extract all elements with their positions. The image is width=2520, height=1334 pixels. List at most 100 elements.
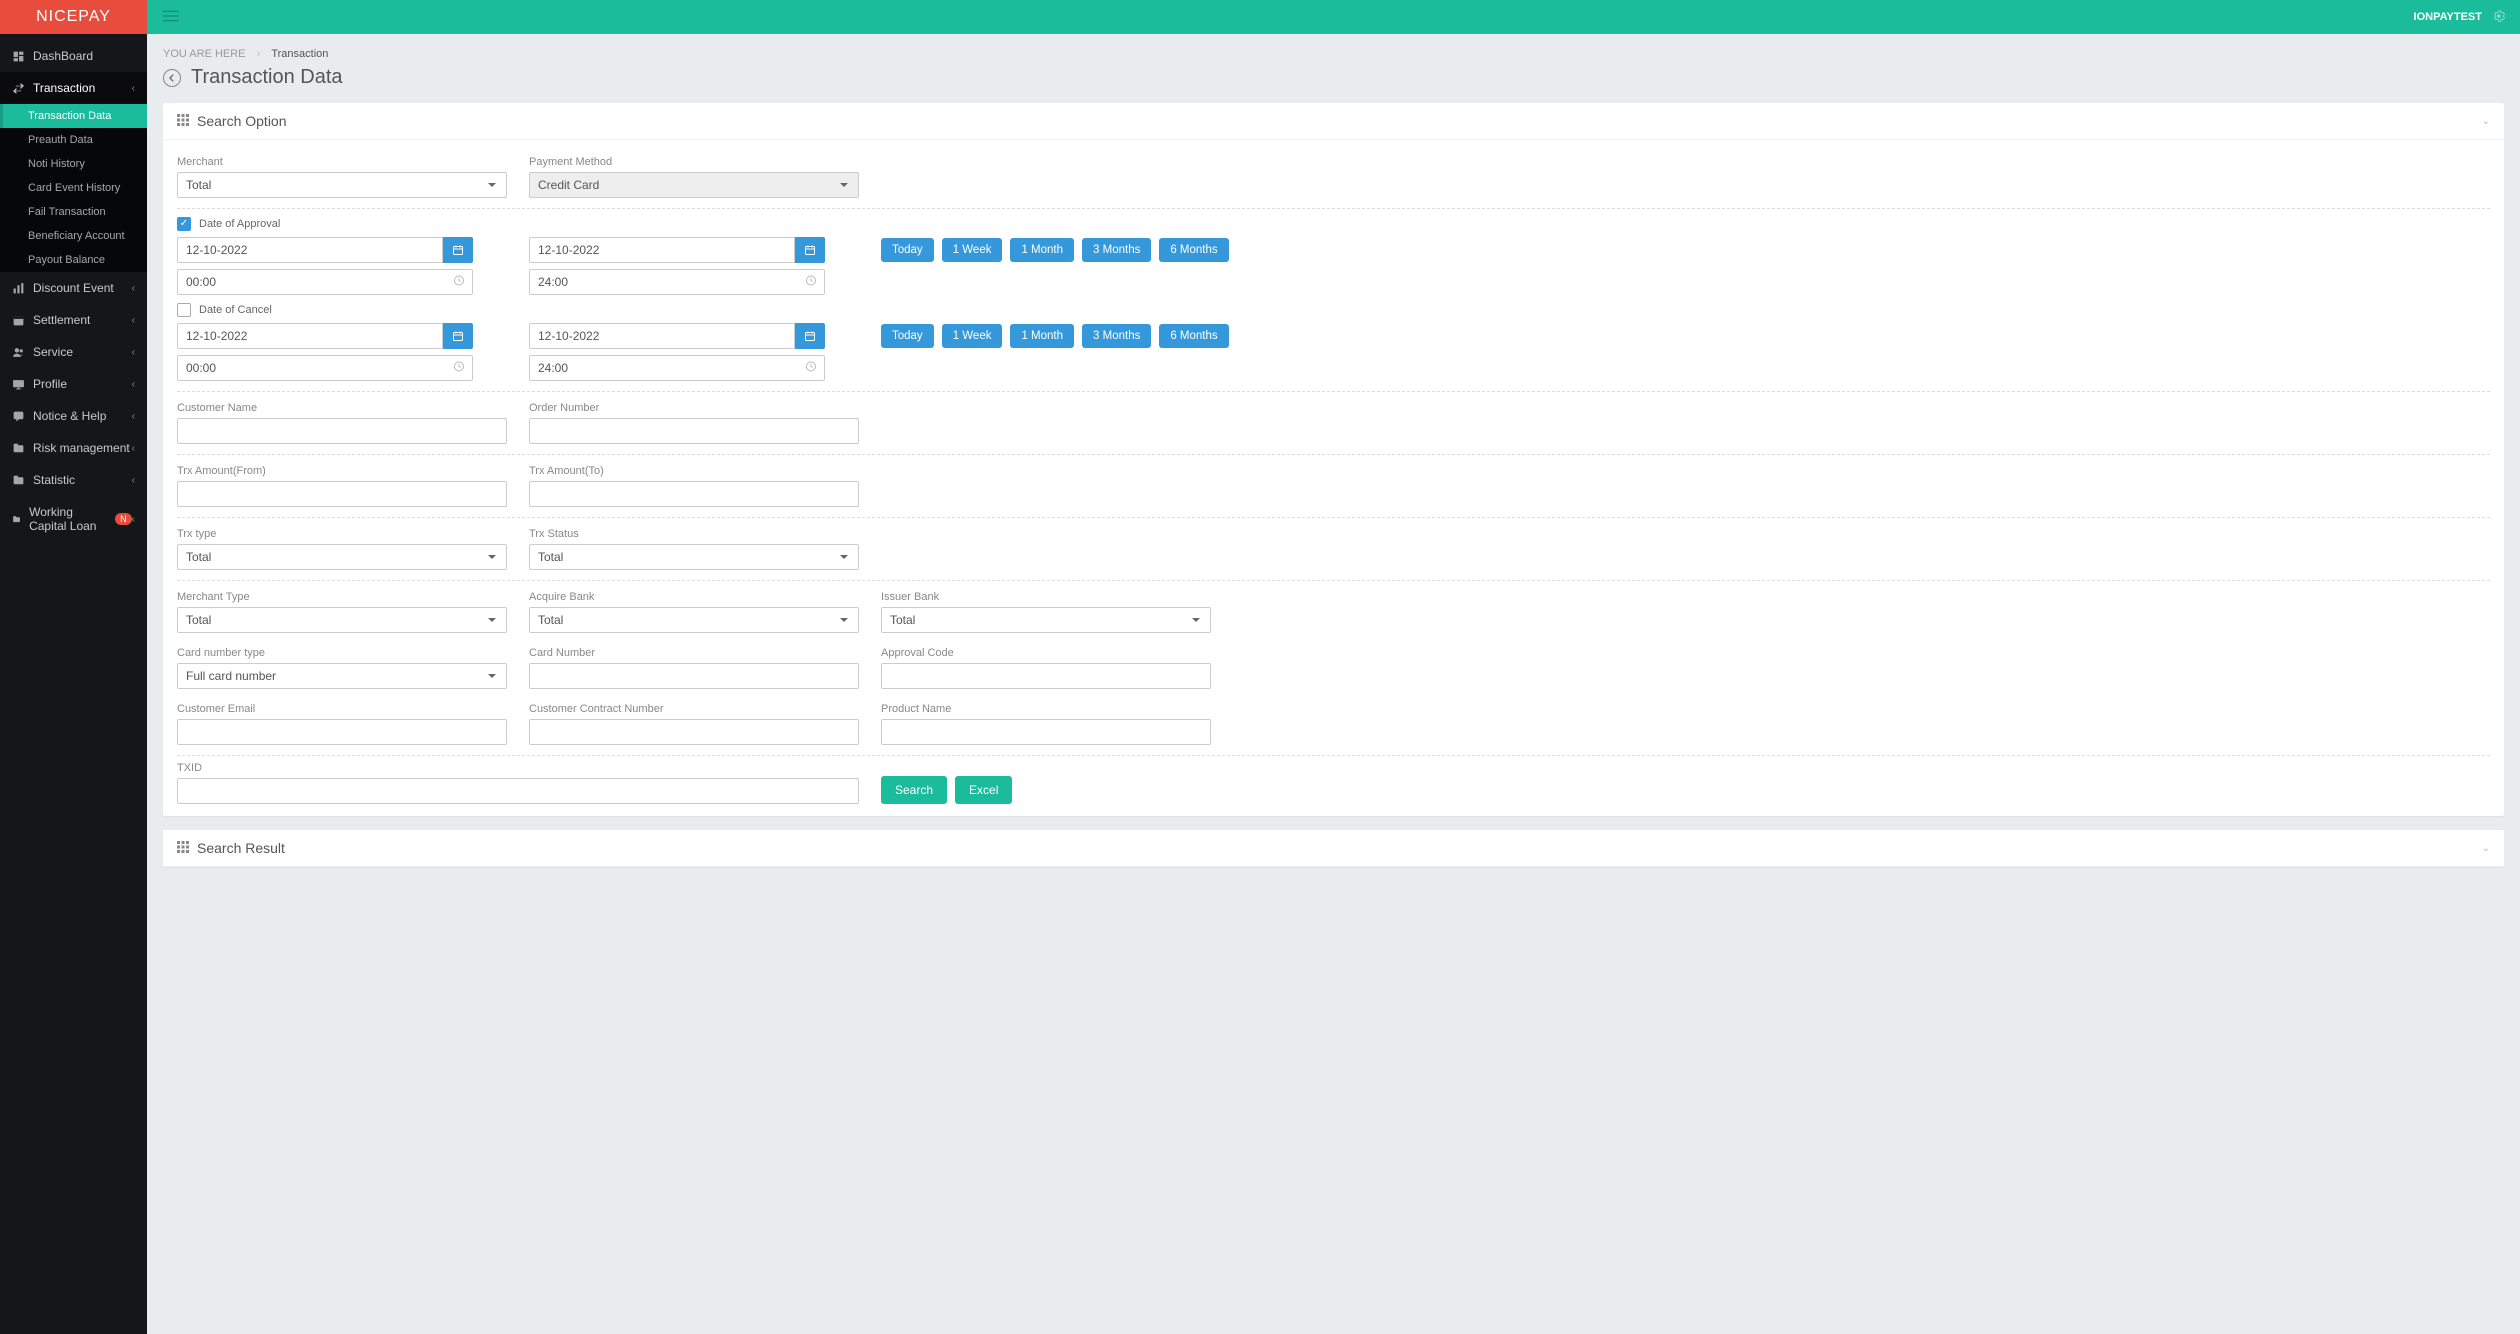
trx-amount-to-input[interactable] — [529, 481, 859, 507]
sidebar-item-discount-event[interactable]: Discount Event‹ — [0, 272, 147, 304]
approval-to-date-input[interactable]: 12-10-2022 — [529, 237, 795, 263]
chevron-down-icon[interactable]: ⌄ — [2482, 843, 2490, 854]
chevron-left-icon: ‹ — [132, 379, 135, 390]
menu-toggle-icon[interactable] — [163, 8, 179, 27]
sidebar-item-settlement[interactable]: Settlement ‹ — [0, 304, 147, 336]
brand-logo[interactable]: NICEPAY — [0, 0, 147, 34]
cancel-from-time-input[interactable]: 00:00 — [177, 355, 473, 381]
gear-icon[interactable] — [2492, 9, 2506, 26]
approval-code-input[interactable] — [881, 663, 1211, 689]
grid-icon — [177, 840, 197, 856]
trx-amount-from-label: Trx Amount(From) — [177, 465, 507, 477]
sidebar-item-label: Statistic — [33, 473, 75, 487]
approval-from-date-input[interactable]: 12-10-2022 — [177, 237, 443, 263]
sidebar-item-risk-management[interactable]: Risk management‹ — [0, 432, 147, 464]
card-number-label: Card Number — [529, 647, 859, 659]
panel-title: Search Result — [197, 840, 285, 856]
product-name-label: Product Name — [881, 703, 1211, 715]
approval-checkbox[interactable] — [177, 217, 191, 231]
sidebar-subitem-beneficiary-account[interactable]: Beneficiary Account — [0, 224, 147, 248]
customer-email-input[interactable] — [177, 719, 507, 745]
grid-icon — [177, 113, 197, 129]
preset-3-months[interactable]: 3 Months — [1082, 324, 1151, 348]
sidebar-subitem-preauth-data[interactable]: Preauth Data — [0, 128, 147, 152]
sidebar-item-label: Working Capital Loan — [29, 505, 109, 533]
customer-name-input[interactable] — [177, 418, 507, 444]
customer-name-label: Customer Name — [177, 402, 507, 414]
merchant-select[interactable]: Total — [177, 172, 507, 198]
chevron-left-icon: ‹ — [132, 315, 135, 326]
breadcrumb-current: Transaction — [271, 48, 328, 60]
sidebar-item-working-capital-loan[interactable]: Working Capital LoanN‹ — [0, 496, 147, 542]
page-title: Transaction Data — [191, 66, 343, 89]
cancel-to-time-input[interactable]: 24:00 — [529, 355, 825, 381]
preset-3-months[interactable]: 3 Months — [1082, 238, 1151, 262]
trx-amount-from-input[interactable] — [177, 481, 507, 507]
preset-6-months[interactable]: 6 Months — [1159, 324, 1228, 348]
preset-1-week[interactable]: 1 Week — [942, 238, 1003, 262]
customer-contract-input[interactable] — [529, 719, 859, 745]
calendar-icon[interactable] — [795, 237, 825, 263]
sidebar-item-profile[interactable]: Profile ‹ — [0, 368, 147, 400]
clock-icon — [805, 361, 817, 376]
cancel-to-date-input[interactable]: 12-10-2022 — [529, 323, 795, 349]
sidebar-item-label: Settlement — [33, 313, 90, 327]
approval-from-time-input[interactable]: 00:00 — [177, 269, 473, 295]
chevron-left-icon: ‹ — [132, 514, 135, 525]
sidebar-item-label: Notice & Help — [33, 409, 106, 423]
preset-1-week[interactable]: 1 Week — [942, 324, 1003, 348]
order-number-input[interactable] — [529, 418, 859, 444]
sidebar-item-label: Profile — [33, 377, 67, 391]
preset-today[interactable]: Today — [881, 238, 934, 262]
cancel-from-date-input[interactable]: 12-10-2022 — [177, 323, 443, 349]
card-number-type-select[interactable]: Full card number — [177, 663, 507, 689]
acquire-bank-label: Acquire Bank — [529, 591, 859, 603]
calendar-icon[interactable] — [443, 237, 473, 263]
trx-type-label: Trx type — [177, 528, 507, 540]
calendar-icon[interactable] — [443, 323, 473, 349]
sidebar-subitem-fail-transaction[interactable]: Fail Transaction — [0, 200, 147, 224]
chevron-left-icon: ‹ — [132, 443, 135, 454]
preset-1-month[interactable]: 1 Month — [1010, 238, 1074, 262]
preset-1-month[interactable]: 1 Month — [1010, 324, 1074, 348]
user-label[interactable]: IONPAYTEST — [2414, 11, 2482, 23]
sidebar-item-notice-help[interactable]: Notice & Help ‹ — [0, 400, 147, 432]
txid-input[interactable] — [177, 778, 859, 804]
sidebar-item-transaction[interactable]: Transaction‹ — [0, 72, 147, 104]
search-button[interactable]: Search — [881, 776, 947, 804]
sidebar-item-label: DashBoard — [33, 49, 93, 63]
acquire-bank-select[interactable]: Total — [529, 607, 859, 633]
clock-icon — [453, 361, 465, 376]
product-name-input[interactable] — [881, 719, 1211, 745]
search-result-panel: Search Result ⌄ — [163, 830, 2504, 867]
excel-button[interactable]: Excel — [955, 776, 1012, 804]
sidebar-item-dashboard[interactable]: DashBoard — [0, 40, 147, 72]
payment-method-select[interactable]: Credit Card — [529, 172, 859, 198]
chevron-left-icon: ‹ — [132, 475, 135, 486]
sidebar-item-service[interactable]: Service‹ — [0, 336, 147, 368]
trx-status-select[interactable]: Total — [529, 544, 859, 570]
chevron-down-icon[interactable]: ⌄ — [2482, 116, 2490, 127]
sidebar-subitem-noti-history[interactable]: Noti History — [0, 152, 147, 176]
cancel-checkbox[interactable] — [177, 303, 191, 317]
preset-6-months[interactable]: 6 Months — [1159, 238, 1228, 262]
preset-today[interactable]: Today — [881, 324, 934, 348]
approval-to-time-input[interactable]: 24:00 — [529, 269, 825, 295]
calendar-icon[interactable] — [795, 323, 825, 349]
sidebar-subitem-card-event-history[interactable]: Card Event History — [0, 176, 147, 200]
sidebar-subitem-transaction-data[interactable]: Transaction Data — [0, 104, 147, 128]
trx-type-select[interactable]: Total — [177, 544, 507, 570]
sidebar-item-statistic[interactable]: Statistic ‹ — [0, 464, 147, 496]
chevron-right-icon: › — [257, 48, 261, 60]
merchant-type-select[interactable]: Total — [177, 607, 507, 633]
sidebar-item-label: Service — [33, 345, 73, 359]
trx-status-label: Trx Status — [529, 528, 859, 540]
back-button[interactable] — [163, 69, 181, 87]
chevron-left-icon: ‹ — [132, 83, 135, 94]
card-number-input[interactable] — [529, 663, 859, 689]
customer-contract-label: Customer Contract Number — [529, 703, 859, 715]
chevron-left-icon: ‹ — [132, 411, 135, 422]
issuer-bank-select[interactable]: Total — [881, 607, 1211, 633]
chevron-left-icon: ‹ — [132, 283, 135, 294]
sidebar-subitem-payout-balance[interactable]: Payout Balance — [0, 248, 147, 272]
